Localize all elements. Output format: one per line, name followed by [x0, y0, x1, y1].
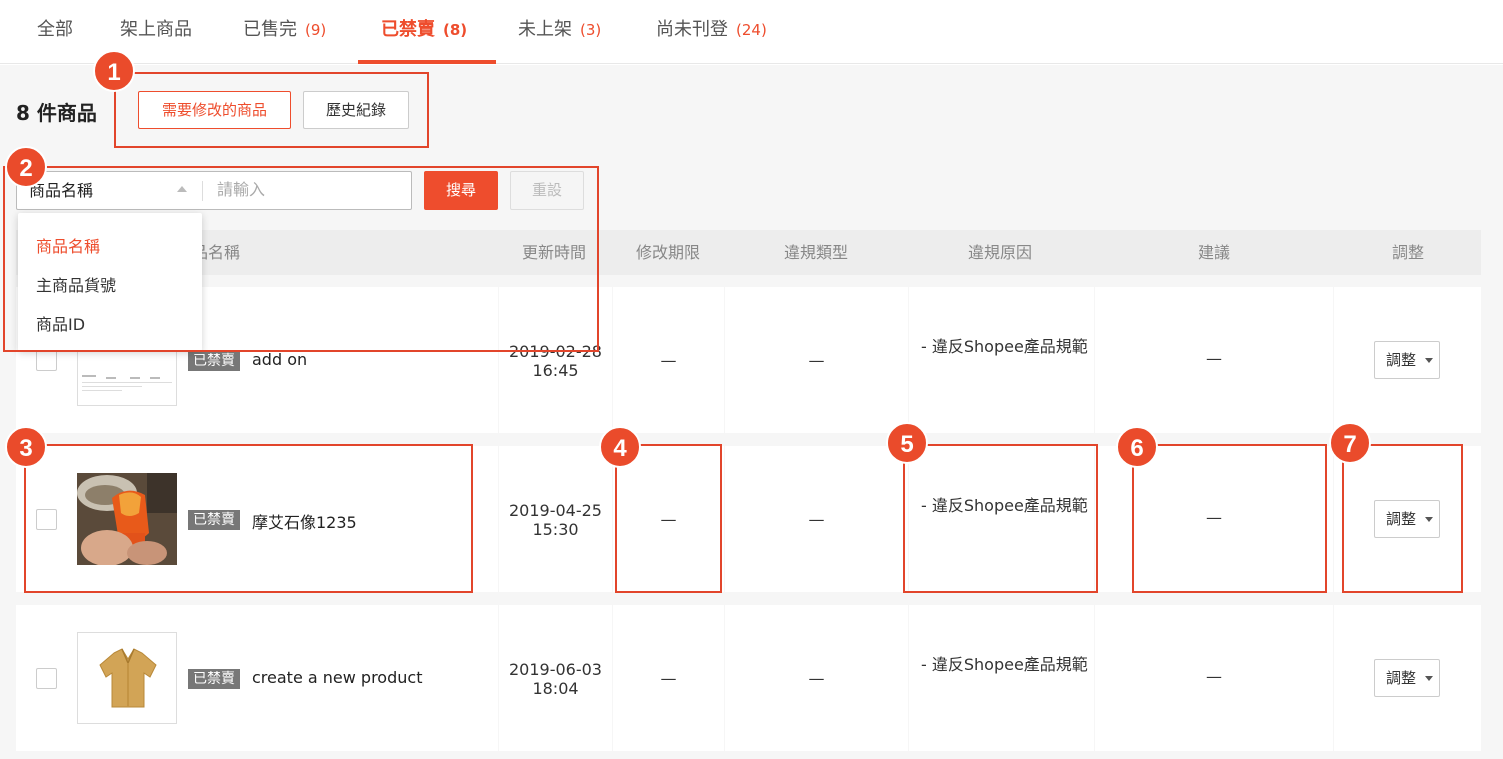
violation-reason-cell: - 違反Shopee產品規範	[909, 287, 1094, 433]
header-suggestion: 建議	[1198, 243, 1231, 262]
deadline-cell: —	[613, 605, 724, 751]
updated-cell: 2019-04-25 15:30	[499, 446, 612, 592]
table-row: 已禁賣 create a new product 2019-06-03 18:0…	[16, 605, 1481, 751]
violation-type-value: —	[808, 510, 825, 529]
annotation-marker-1: 1	[93, 50, 135, 92]
deadline-cell: —	[613, 287, 724, 433]
tab-count: (24)	[736, 21, 767, 39]
annotation-box-7	[1342, 444, 1463, 593]
suggestion-value: —	[1206, 349, 1222, 368]
updated-time: 2019-06-03 18:04	[509, 660, 602, 698]
adjust-label: 調整	[1386, 351, 1417, 369]
violation-reason-cell: - 違反Shopee產品規範	[909, 605, 1094, 751]
tab-all[interactable]: 全部	[37, 0, 73, 64]
annotation-marker-3: 3	[5, 426, 47, 468]
violation-reason-value: - 違反Shopee產品規範	[921, 337, 1088, 356]
violation-type-cell: —	[725, 287, 908, 433]
annotation-box-2	[3, 166, 599, 352]
product-cell: 已禁賣 create a new product	[16, 605, 498, 751]
annotation-box-4	[615, 444, 722, 593]
updated-cell: 2019-06-03 18:04	[499, 605, 612, 751]
suggestion-cell: —	[1095, 605, 1333, 751]
shirt-photo-icon	[99, 648, 157, 708]
tab-sold-out[interactable]: 已售完 (9)	[243, 0, 326, 64]
annotation-marker-2: 2	[5, 146, 47, 188]
header-violation-type: 違規類型	[784, 243, 849, 262]
annotation-box-1	[114, 72, 429, 148]
violation-type-value: —	[808, 351, 825, 370]
annotation-box-6	[1132, 444, 1327, 593]
header-violation-reason: 違規原因	[968, 243, 1033, 262]
active-tab-indicator	[358, 60, 496, 64]
suggestion-value: —	[1206, 667, 1222, 686]
adjust-dropdown-button[interactable]: 調整	[1374, 341, 1440, 379]
annotation-marker-4: 4	[599, 426, 641, 468]
row-checkbox[interactable]	[36, 668, 57, 689]
page: 全部 架上商品 已售完 (9) 已禁賣 (8) 未上架 (3) 尚未刊登 (24) 8 …	[0, 0, 1503, 759]
violation-type-cell: —	[725, 446, 908, 592]
violation-reason-value: - 違反Shopee產品規範	[921, 655, 1088, 674]
deadline-value: —	[660, 351, 677, 370]
tab-label: 全部	[37, 19, 73, 40]
status-badge: 已禁賣	[188, 351, 240, 371]
caret-down-icon	[1425, 676, 1433, 681]
tab-unpublished[interactable]: 尚未刊登 (24)	[656, 0, 767, 64]
annotation-box-3	[24, 444, 473, 593]
annotation-marker-5: 5	[886, 422, 928, 464]
tab-label: 已售完	[243, 19, 297, 40]
status-badge: 已禁賣	[188, 669, 240, 689]
annotation-box-5	[903, 444, 1098, 593]
annotation-marker-7: 7	[1329, 422, 1371, 464]
product-thumbnail	[77, 632, 177, 724]
adjust-cell: 調整	[1334, 605, 1481, 751]
adjust-cell: 調整	[1334, 287, 1481, 433]
updated-time: 2019-04-25 15:30	[509, 501, 602, 539]
product-name[interactable]: add on	[252, 350, 307, 369]
violation-type-value: —	[808, 669, 825, 688]
tab-label: 尚未刊登	[656, 19, 728, 40]
annotation-marker-6: 6	[1116, 426, 1158, 468]
tab-label: 已禁賣	[381, 19, 435, 40]
product-name[interactable]: create a new product	[252, 668, 422, 687]
adjust-label: 調整	[1386, 669, 1417, 687]
caret-down-icon	[1425, 358, 1433, 363]
suggestion-cell: —	[1095, 287, 1333, 433]
deadline-value: —	[660, 669, 677, 688]
status-tabs: 全部 架上商品 已售完 (9) 已禁賣 (8) 未上架 (3) 尚未刊登 (24)	[0, 0, 1503, 64]
tab-live[interactable]: 架上商品	[120, 0, 192, 64]
header-deadline: 修改期限	[636, 243, 701, 262]
tab-count: (8)	[443, 21, 468, 39]
tab-label: 未上架	[518, 19, 572, 40]
tab-count: (9)	[305, 21, 327, 39]
tab-unlisted[interactable]: 未上架 (3)	[518, 0, 601, 64]
tab-banned[interactable]: 已禁賣 (8)	[381, 0, 467, 64]
violation-type-cell: —	[725, 605, 908, 751]
tab-label: 架上商品	[120, 19, 192, 40]
adjust-dropdown-button[interactable]: 調整	[1374, 659, 1440, 697]
tab-count: (3)	[580, 21, 602, 39]
row-checkbox[interactable]	[36, 350, 57, 371]
product-count-title: 8 件商品	[16, 101, 97, 125]
header-adjust: 調整	[1392, 243, 1425, 262]
